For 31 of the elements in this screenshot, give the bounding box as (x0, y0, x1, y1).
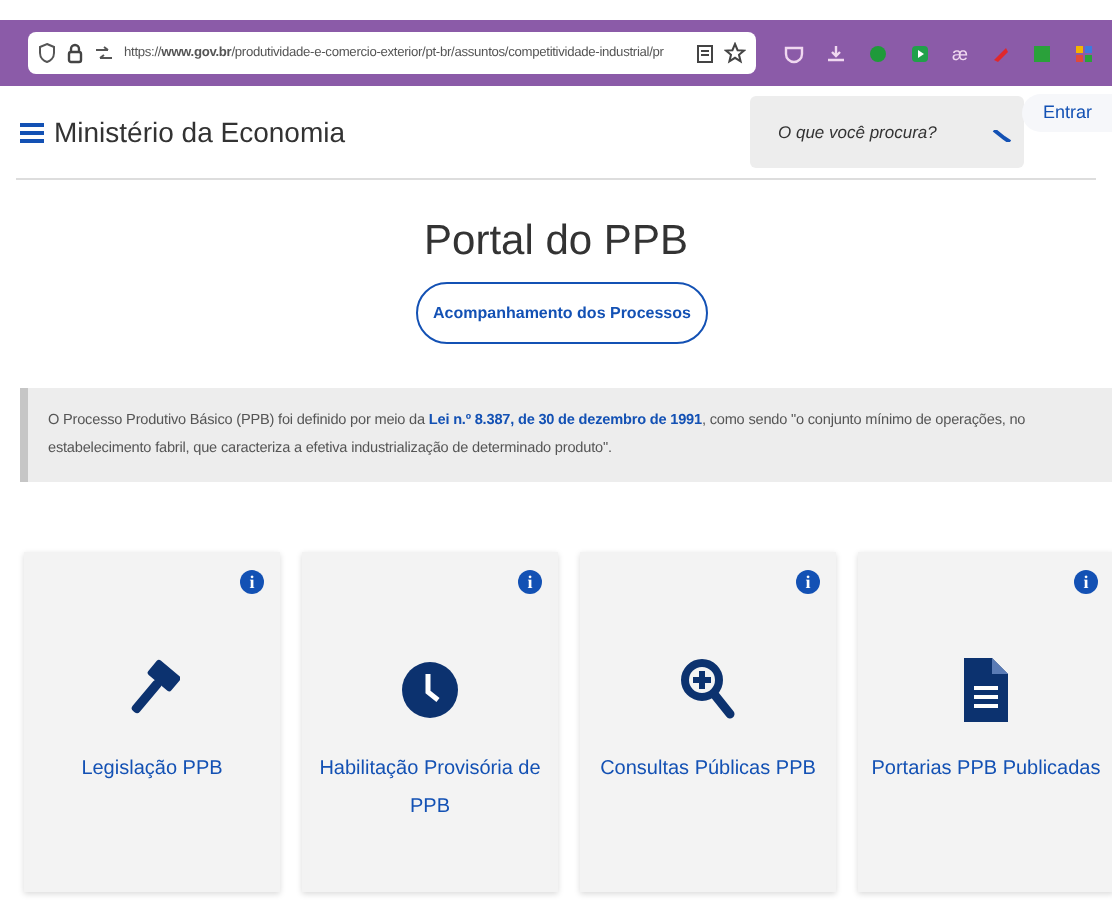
zoom-in-icon (680, 658, 736, 722)
download-icon[interactable] (826, 43, 846, 63)
info-badge[interactable]: i (1074, 570, 1098, 594)
category-card[interactable]: i Consultas Públicas PPB (580, 552, 836, 892)
card-label: Legislação PPB (79, 756, 225, 784)
card-label: Consultas Públicas PPB (598, 756, 818, 784)
info-badge[interactable]: i (796, 570, 820, 594)
lock-icon (66, 42, 84, 64)
category-card[interactable]: i Portarias PPB Publicadas (858, 552, 1112, 892)
permissions-icon (94, 45, 114, 61)
pocket-icon[interactable] (784, 43, 804, 63)
login-button[interactable]: Entrar (1022, 94, 1112, 132)
extension-label[interactable]: æ (952, 43, 969, 63)
clock-icon (400, 658, 460, 722)
process-tracking-button[interactable]: Acompanhamento dos Processos (416, 282, 708, 344)
info-badge[interactable]: i (240, 570, 264, 594)
extension-icon[interactable] (910, 43, 930, 63)
page-title: Portal do PPB (422, 218, 690, 266)
document-icon (964, 658, 1008, 722)
info-badge[interactable]: i (518, 570, 542, 594)
shield-icon (38, 42, 56, 64)
extensions-grid-icon[interactable] (1074, 43, 1095, 63)
category-card[interactable]: i Habilitação Provisória de PPB (302, 552, 558, 892)
card-label: Portarias PPB Publicadas (869, 756, 1103, 784)
reader-icon[interactable] (696, 43, 714, 63)
category-card[interactable]: i Legislação PPB (24, 552, 280, 892)
menu-icon[interactable] (20, 121, 44, 143)
card-label: Habilitação Provisória de PPB (317, 756, 543, 822)
search-field[interactable]: O que você procura? (750, 96, 1024, 168)
site-title[interactable]: Ministério da Economia (54, 116, 346, 148)
star-icon[interactable] (724, 42, 746, 64)
